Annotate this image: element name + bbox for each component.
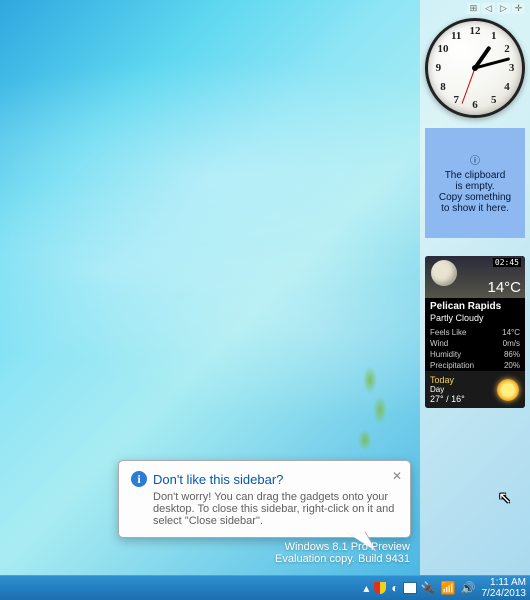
tray-app-icon[interactable]: ◐ bbox=[391, 581, 398, 595]
clock-numeral: 5 bbox=[491, 94, 497, 106]
balloon-title: i Don't like this sidebar? bbox=[131, 471, 398, 487]
clock-numeral: 9 bbox=[436, 62, 442, 74]
weather-condition: Partly Cloudy bbox=[425, 313, 525, 327]
balloon-body: Don't worry! You can drag the gadgets on… bbox=[131, 491, 398, 527]
weather-feelslike: Feels Like14°C bbox=[425, 327, 525, 338]
clock-center-pin bbox=[472, 65, 478, 71]
weather-obs-time: 02:45 bbox=[493, 258, 521, 267]
tray-chevron-up-icon[interactable]: ▴ bbox=[363, 581, 369, 595]
clock-numeral: 12 bbox=[470, 25, 481, 37]
clipboard-text: to show it here. bbox=[441, 203, 509, 214]
security-shield-icon[interactable] bbox=[374, 582, 386, 594]
clock-numeral: 7 bbox=[453, 94, 459, 106]
clock-numeral: 11 bbox=[451, 30, 461, 42]
clock-numeral: 6 bbox=[472, 99, 478, 111]
gadget-sidebar[interactable]: ⊞ ◁ ▷ ✛ 12 1 2 3 4 5 6 7 8 9 10 11 ⓘ The… bbox=[420, 0, 530, 575]
gadgets-button[interactable]: ⊞ bbox=[467, 3, 480, 14]
add-gadget-button[interactable]: ✛ bbox=[512, 3, 525, 14]
info-icon: ⓘ bbox=[470, 152, 480, 167]
desktop-wallpaper[interactable]: ⊞ ◁ ▷ ✛ 12 1 2 3 4 5 6 7 8 9 10 11 ⓘ The… bbox=[0, 0, 530, 600]
weather-location: Pelican Rapids bbox=[425, 298, 525, 313]
clipboard-gadget[interactable]: ⓘ The clipboard is empty. Copy something… bbox=[425, 128, 525, 238]
clock-numeral: 1 bbox=[491, 30, 497, 42]
info-icon: i bbox=[131, 471, 147, 487]
today-period: Day bbox=[430, 385, 465, 394]
moon-icon bbox=[431, 260, 457, 286]
system-tray: ▴ ◐ 🔌 📶 🔊 bbox=[363, 581, 475, 595]
power-icon[interactable]: 🔌 bbox=[421, 581, 436, 595]
build-watermark: Windows 8.1 Pro Preview Evaluation copy.… bbox=[275, 541, 410, 565]
next-button[interactable]: ▷ bbox=[497, 3, 510, 14]
clipboard-text: The clipboard bbox=[445, 170, 506, 181]
taskbar-clock[interactable]: 1:11 AM 7/24/2013 bbox=[482, 577, 527, 599]
weather-hero: 02:45 14°C bbox=[425, 256, 525, 298]
taskbar[interactable]: ▴ ◐ 🔌 📶 🔊 1:11 AM 7/24/2013 bbox=[0, 575, 530, 600]
clock-numeral: 4 bbox=[504, 81, 510, 93]
close-icon[interactable]: ✕ bbox=[392, 469, 402, 483]
weather-humidity: Humidity86% bbox=[425, 349, 525, 360]
clock-numeral: 8 bbox=[440, 81, 446, 93]
network-signal-icon[interactable]: 📶 bbox=[441, 581, 456, 595]
sidebar-tip-balloon: ✕ i Don't like this sidebar? Don't worry… bbox=[118, 460, 411, 538]
clock-numeral: 10 bbox=[438, 43, 449, 55]
sidebar-control-strip: ⊞ ◁ ▷ ✛ bbox=[467, 3, 525, 14]
clock-gadget[interactable]: 12 1 2 3 4 5 6 7 8 9 10 11 bbox=[425, 18, 525, 118]
weather-today-forecast[interactable]: Today Day 27° / 16° bbox=[425, 371, 525, 408]
clipboard-text: Copy something bbox=[439, 192, 511, 203]
prev-button[interactable]: ◁ bbox=[482, 3, 495, 14]
action-center-flag-icon[interactable] bbox=[404, 583, 416, 593]
clock-numeral: 3 bbox=[509, 62, 515, 74]
today-label: Today bbox=[430, 375, 465, 385]
weather-gadget[interactable]: 02:45 14°C Pelican Rapids Partly Cloudy … bbox=[425, 256, 525, 408]
volume-icon[interactable]: 🔊 bbox=[461, 581, 476, 595]
sun-icon bbox=[497, 379, 519, 401]
weather-wind: Wind0m/s bbox=[425, 338, 525, 349]
clipboard-text: is empty. bbox=[455, 181, 494, 192]
weather-precip: Precipitation20% bbox=[425, 360, 525, 371]
weather-temperature: 14°C bbox=[487, 279, 521, 296]
clock-numeral: 2 bbox=[504, 43, 510, 55]
today-hilo: 27° / 16° bbox=[430, 394, 465, 404]
